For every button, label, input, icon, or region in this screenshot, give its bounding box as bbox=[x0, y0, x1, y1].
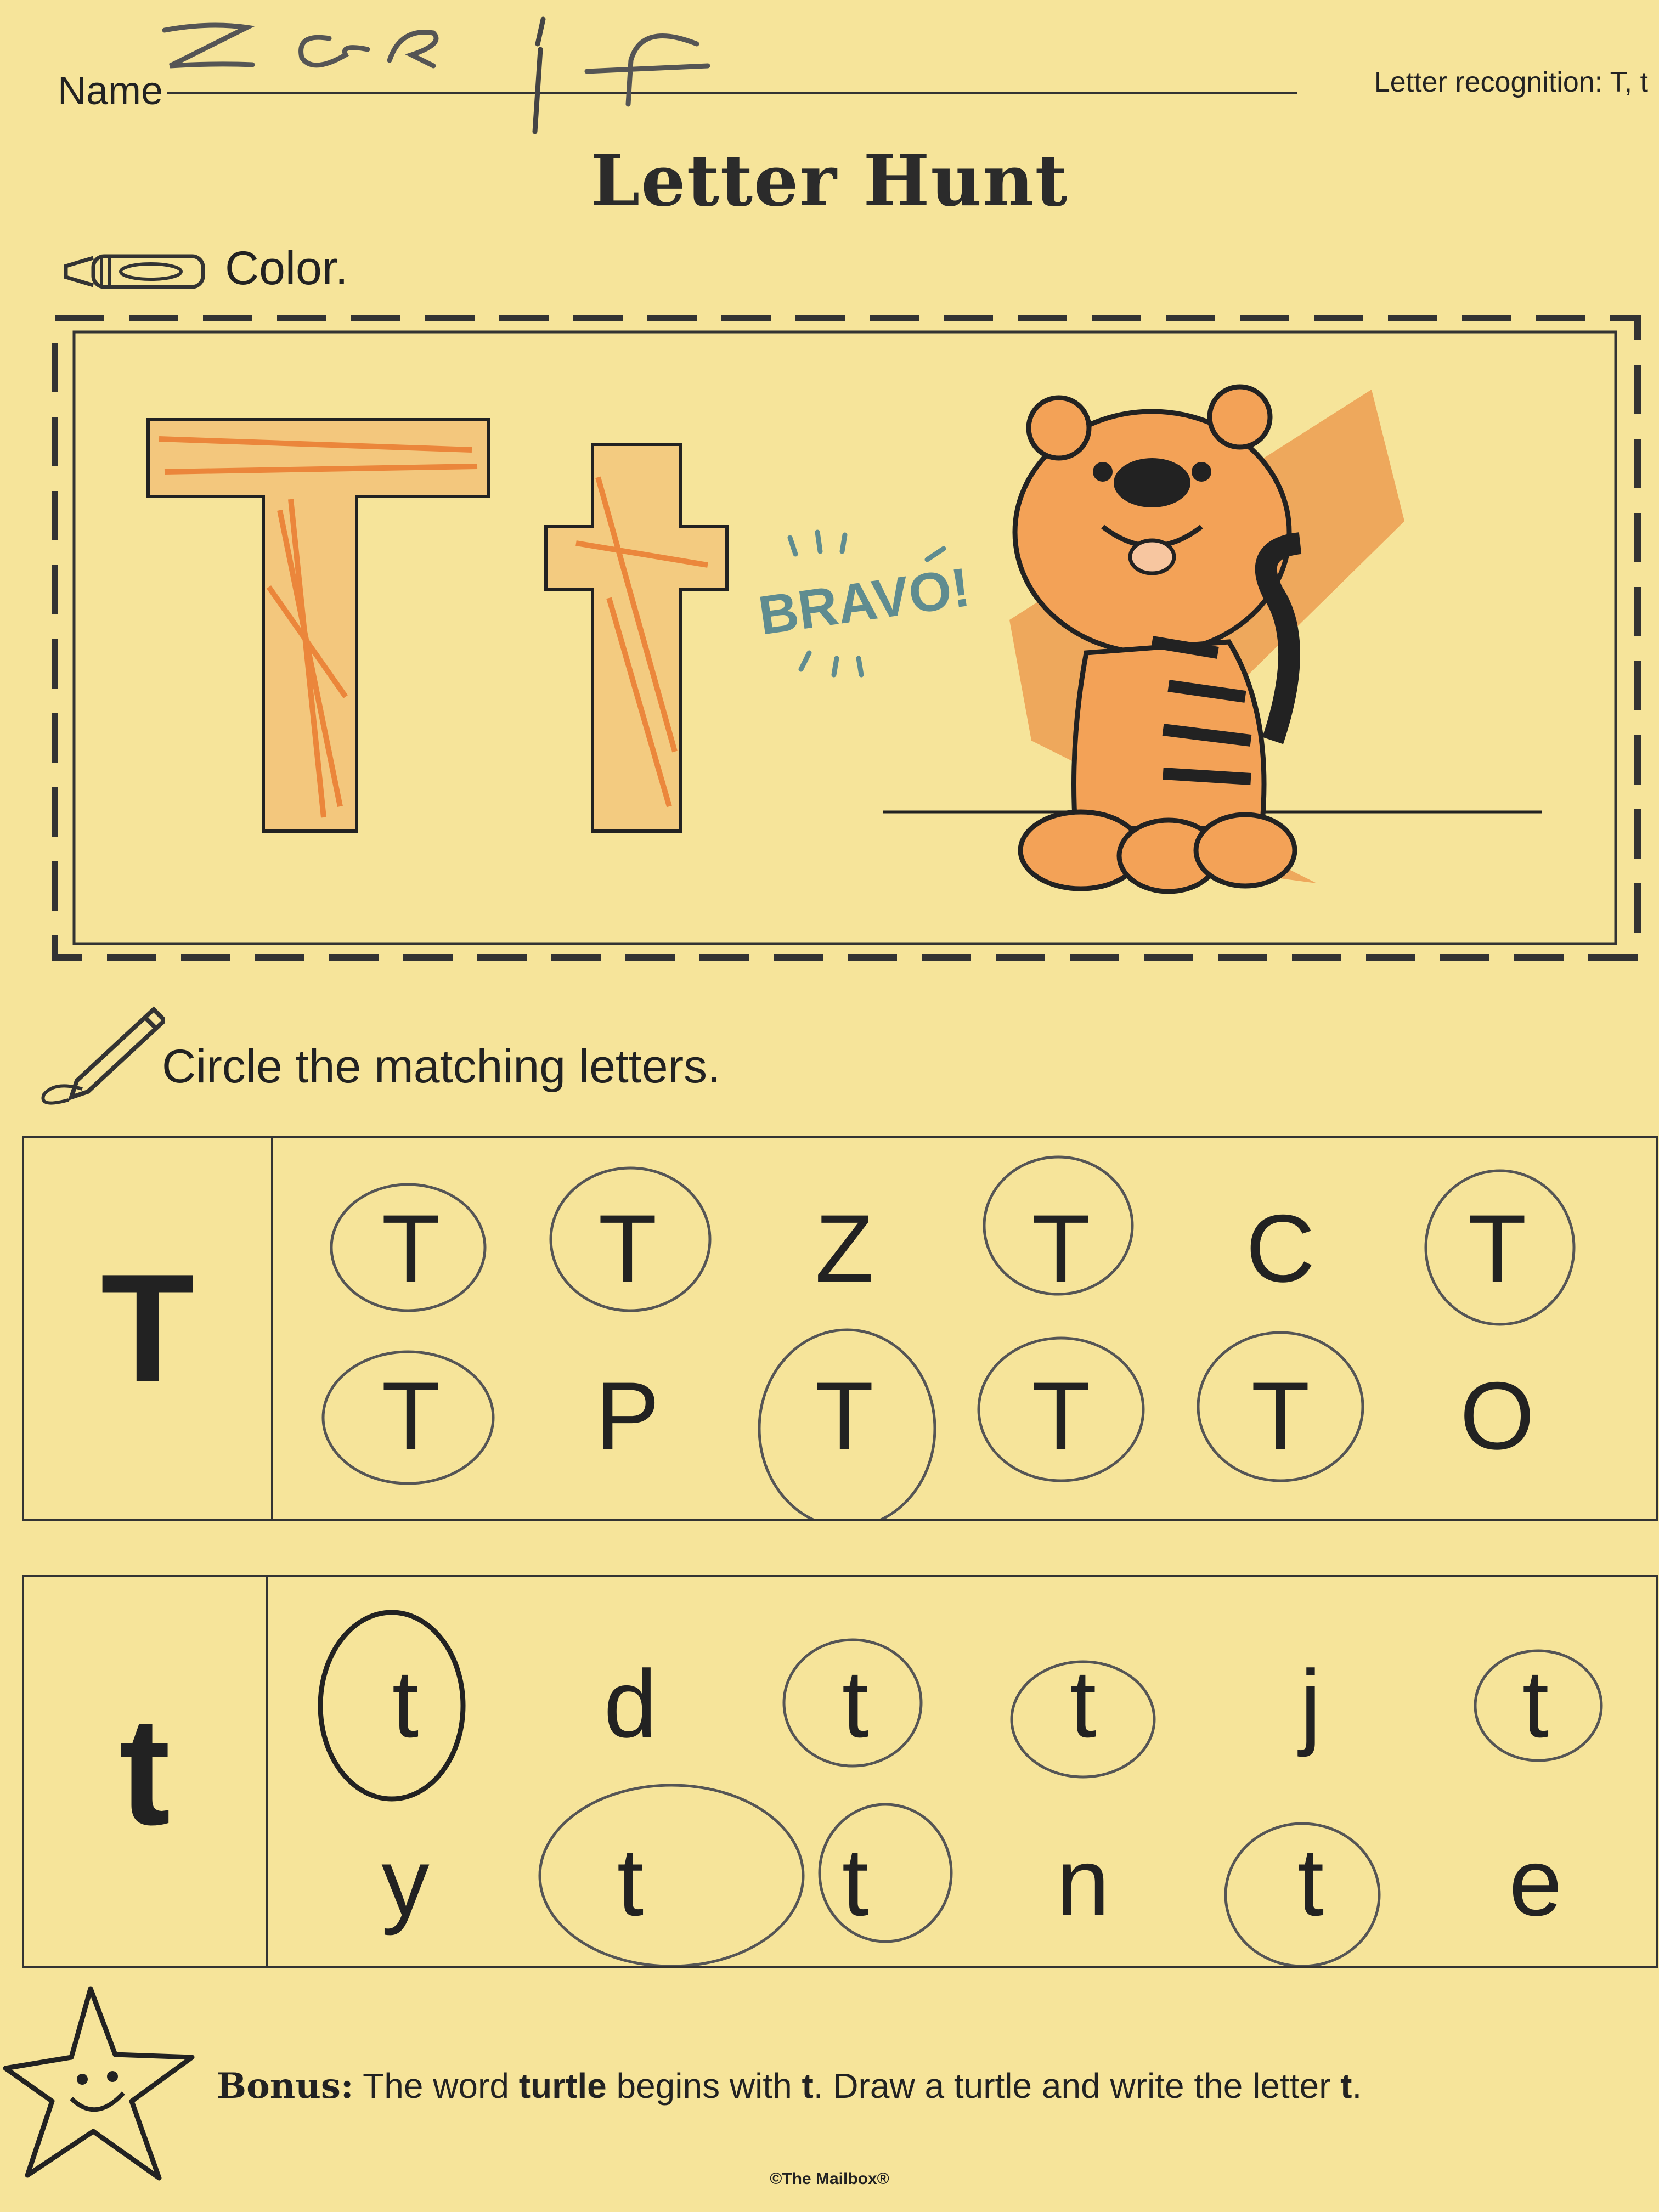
letter-cell[interactable]: T bbox=[1006, 1201, 1116, 1297]
pencil-icon bbox=[41, 1006, 165, 1105]
letter-cell[interactable]: e bbox=[1481, 1835, 1590, 1931]
bravo-text: BRAVO! bbox=[757, 556, 974, 647]
letter-cell[interactable]: t bbox=[351, 1656, 460, 1752]
letter-cell[interactable]: n bbox=[1028, 1835, 1138, 1931]
match-instruction: Circle the matching letters. bbox=[162, 1040, 721, 1093]
color-instruction: Color. bbox=[225, 242, 348, 295]
letter-cell[interactable]: t bbox=[800, 1835, 910, 1931]
letter-cell[interactable]: T bbox=[356, 1201, 466, 1297]
bonus-text: The word bbox=[353, 2066, 519, 2106]
lowercase-key-letter: t bbox=[24, 1577, 268, 1966]
letter-cell[interactable]: t bbox=[1256, 1835, 1365, 1931]
letter-cell[interactable]: t bbox=[575, 1835, 685, 1931]
letter-cell[interactable]: t bbox=[1481, 1656, 1590, 1752]
bonus-text: . Draw a turtle and write the letter bbox=[813, 2066, 1341, 2106]
letter-cell[interactable]: t bbox=[800, 1656, 910, 1752]
letter-cell[interactable]: T bbox=[356, 1368, 466, 1464]
name-label: Name bbox=[58, 69, 163, 113]
uppercase-grid: T T T Z T C T T P T T T O bbox=[22, 1136, 1658, 1521]
bonus-letter: t bbox=[802, 2066, 814, 2106]
lowercase-grid: t t d t t j t y t t n t e bbox=[22, 1575, 1658, 1968]
letter-cell[interactable]: t bbox=[1028, 1656, 1138, 1752]
bonus-text: begins with bbox=[606, 2066, 802, 2106]
letter-cell[interactable]: Z bbox=[789, 1201, 899, 1297]
letter-cell[interactable]: T bbox=[573, 1201, 682, 1297]
bonus-letter: t bbox=[1340, 2066, 1352, 2106]
letter-cell[interactable]: T bbox=[789, 1368, 899, 1464]
smiling-star-icon bbox=[3, 1986, 195, 2181]
crayon-icon bbox=[64, 254, 205, 289]
bonus-label: Bonus: bbox=[217, 2066, 354, 2107]
bravo-stamp: BRAVO! bbox=[757, 529, 974, 678]
bonus-word: turtle bbox=[518, 2066, 607, 2106]
page-title: Letter Hunt bbox=[590, 140, 1069, 222]
uppercase-key-letter: T bbox=[24, 1138, 273, 1519]
letter-cell[interactable]: T bbox=[1226, 1368, 1335, 1464]
letter-cell[interactable]: y bbox=[351, 1835, 460, 1931]
letter-cell[interactable]: T bbox=[1442, 1201, 1552, 1297]
letter-cell[interactable]: P bbox=[573, 1368, 682, 1464]
letter-cell[interactable]: C bbox=[1226, 1201, 1335, 1297]
letter-cell[interactable]: j bbox=[1256, 1656, 1365, 1752]
handwritten-name bbox=[162, 16, 710, 134]
letter-cell[interactable]: d bbox=[575, 1656, 685, 1752]
bonus-instruction: Bonus: The word turtle begins with t. Dr… bbox=[217, 2066, 1362, 2107]
bonus-text: . bbox=[1352, 2066, 1362, 2106]
letter-cell[interactable]: O bbox=[1442, 1368, 1552, 1464]
topic-label: Letter recognition: T, t bbox=[1374, 66, 1648, 98]
letter-cell[interactable]: T bbox=[1006, 1368, 1116, 1464]
tiger-illustration bbox=[1009, 384, 1404, 894]
copyright: ©The Mailbox® bbox=[770, 2170, 889, 2188]
